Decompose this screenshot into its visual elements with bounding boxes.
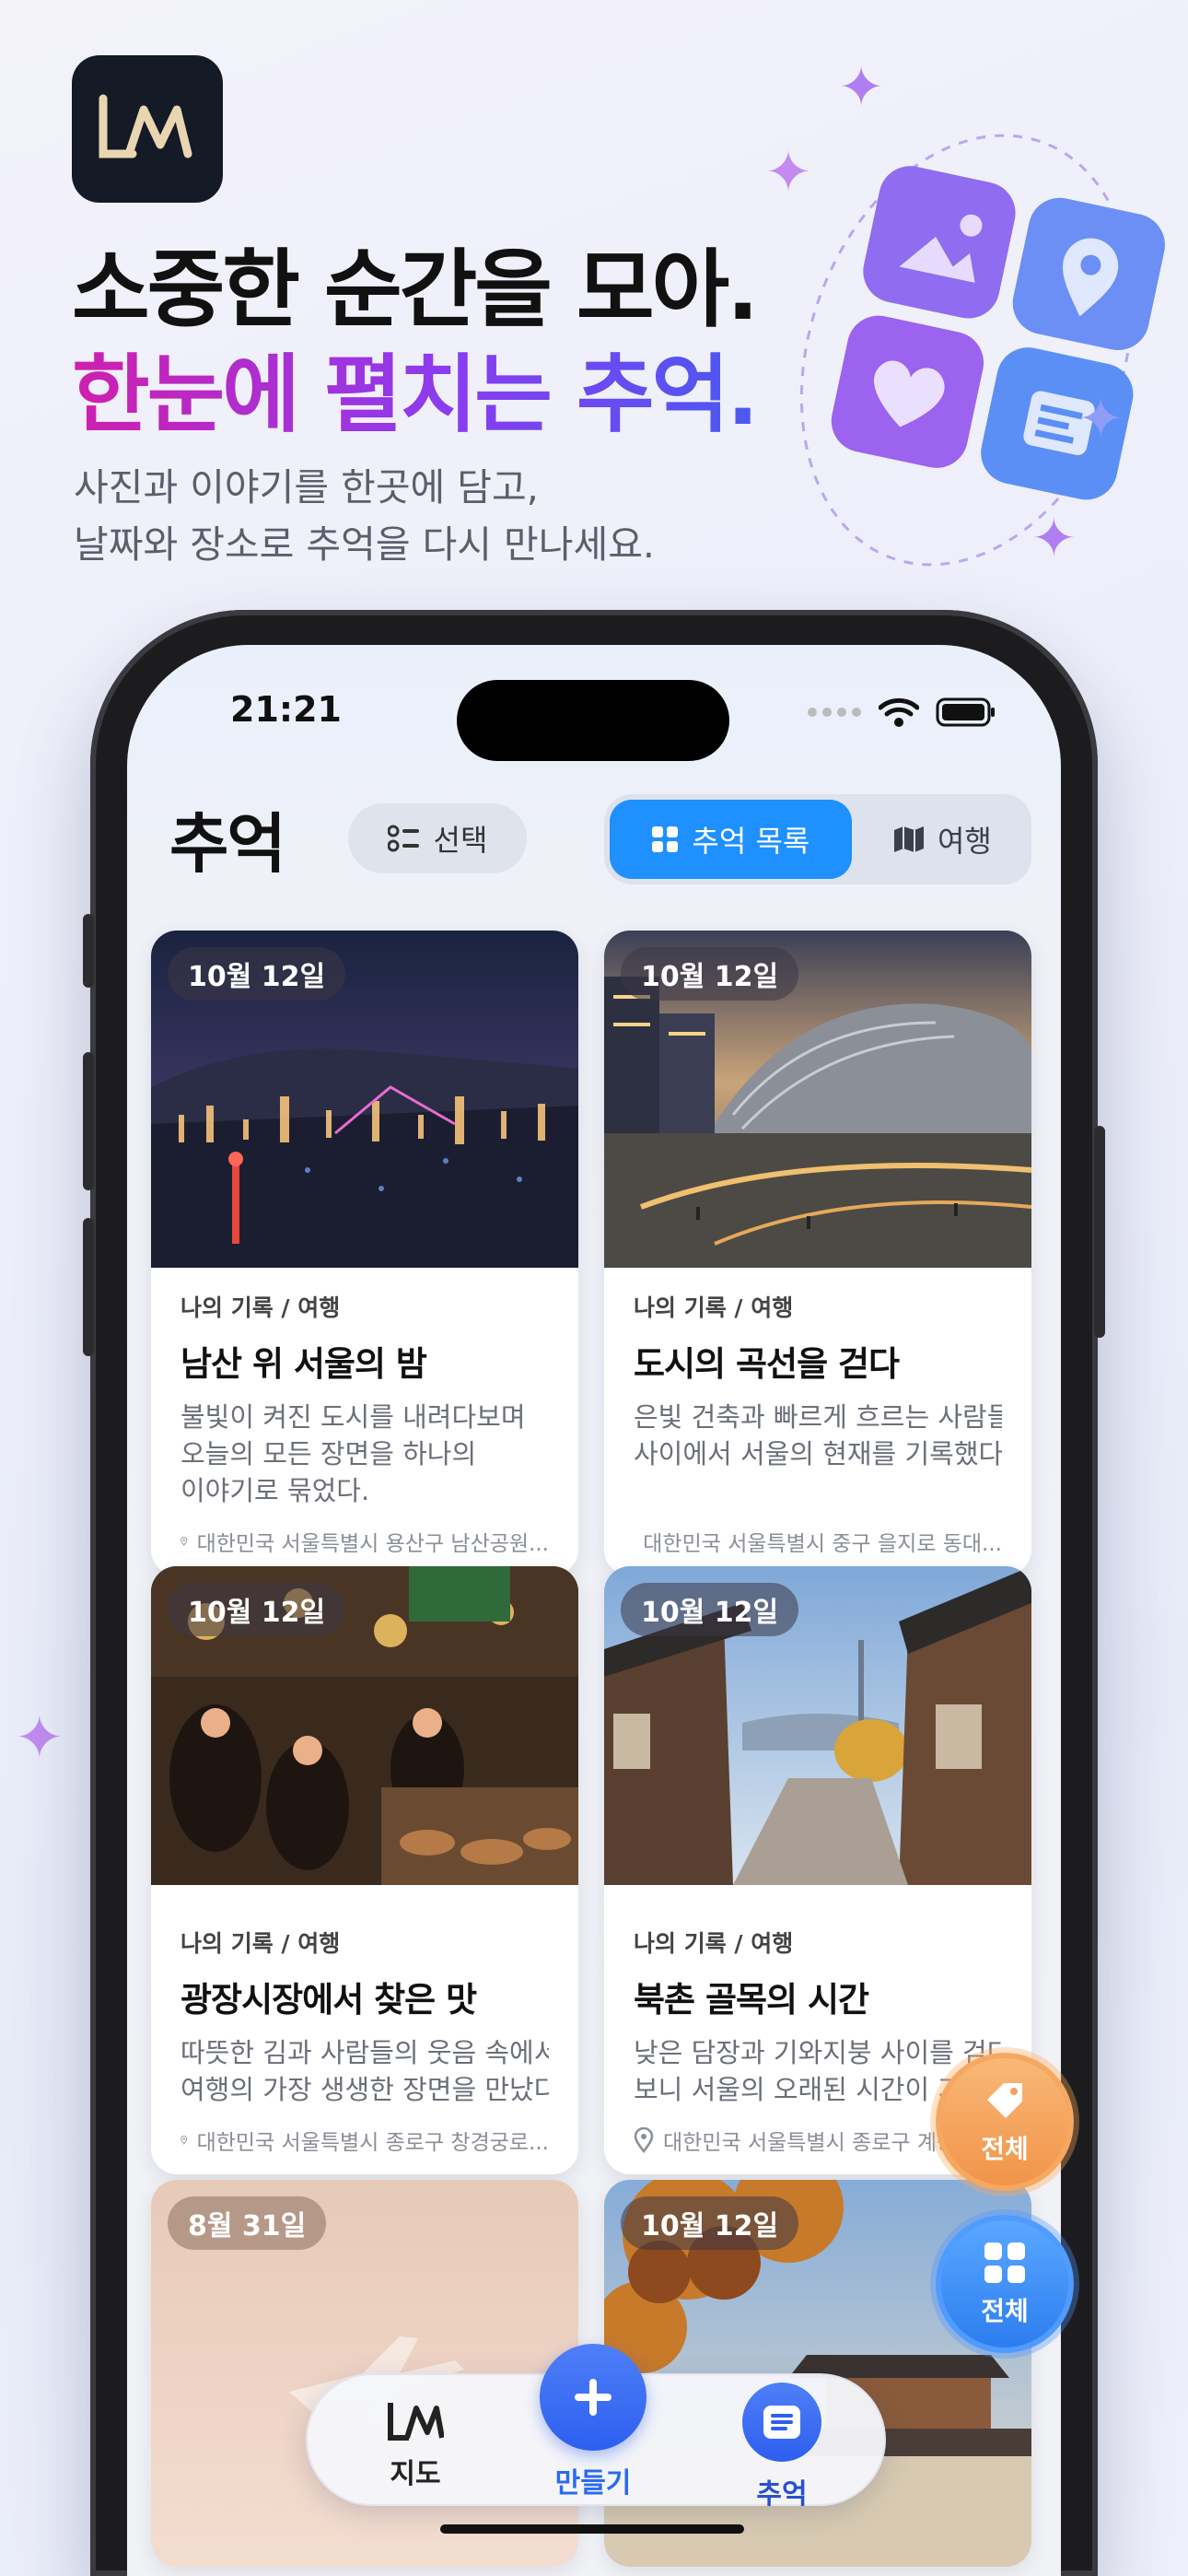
category-filter-label: 전체 (981, 2296, 1029, 2326)
phone-side-button (83, 1052, 94, 1190)
home-indicator (440, 2524, 744, 2534)
memory-description-line: 은빛 건축과 빠르게 흐르는 사람들 (634, 1401, 1002, 1433)
date-badge: 10월 12일 (621, 1583, 799, 1636)
signal-icon (808, 708, 861, 717)
dynamic-island (457, 680, 729, 761)
tab-memory-list-label: 추억 목록 (692, 824, 810, 859)
memory-location: 대한민국 서울특별시 용산구 남산공원... (181, 1526, 549, 1557)
memory-photo: 10월 12일 (604, 931, 1031, 1268)
status-icons (807, 697, 996, 728)
tab-trip[interactable]: 여행 (859, 800, 1026, 879)
sparkle-icon: ✦ (838, 55, 885, 120)
memory-description: 따뜻한 김과 사람들의 웃음 속에서 여행의 가장 생생한 장면을 만났다. (181, 2034, 549, 2108)
memory-card[interactable]: 10월 12일 나의 기록 / 여행 남산 위 서울의 밤 불빛이 켜진 도시를… (151, 931, 578, 1575)
phone-side-button (83, 914, 94, 988)
memory-photo: 10월 12일 (604, 1566, 1031, 1903)
view-segmented-control: 추억 목록 여행 (604, 794, 1031, 884)
map-icon (893, 826, 924, 852)
memory-description-line: 이야기로 묶었다. (181, 1475, 370, 1506)
sparkle-icon: ✦ (1031, 507, 1077, 569)
memory-description-line: 불빛이 켜진 도시를 내려다보며 (181, 1401, 526, 1433)
plus-icon (540, 2344, 646, 2451)
select-button-label: 선택 (433, 823, 488, 858)
grid-icon (984, 2242, 1025, 2283)
memory-photo: 10월 12일 (151, 931, 578, 1268)
memory-description-line: 사이에서 서울의 현재를 기록했다. (634, 1438, 1002, 1469)
hero-illustration: ✦ ✦ ✦ ✦ (755, 55, 1179, 571)
memory-photo: 10월 12일 (151, 1566, 578, 1903)
sparkle-icon: ✦ (1077, 387, 1124, 451)
phone-screen: 21:21 추억 선택 추억 목록 여행 10월 12일 나의 기록 / 여행 … (127, 645, 1061, 2576)
tab-memory[interactable]: 추억 (742, 2383, 821, 2512)
tag-icon (987, 2083, 1022, 2118)
category-filter-button[interactable]: 전체 (936, 2215, 1074, 2353)
sparkle-icon: ✦ (15, 1704, 64, 1773)
memory-title: 도시의 곡선을 걷다 (634, 1344, 900, 1384)
tab-trip-label: 여행 (937, 824, 992, 859)
sparkle-icon: ✦ (764, 138, 812, 205)
status-time: 21:21 (230, 689, 342, 730)
hero-subtitle: 사진과 이야기를 한곳에 담고, 날짜와 장소로 추억을 다시 만나세요. (74, 459, 810, 573)
date-badge: 10월 12일 (168, 1583, 346, 1636)
memory-description-line: 낮은 담장과 기와지붕 사이를 걷다 (634, 2037, 1002, 2068)
memory-location: 대한민국 서울특별시 종로구 창경궁로... (181, 2125, 549, 2156)
memory-location-text: 대한민국 서울특별시 종로구 계동... (663, 2131, 977, 2155)
grid-icon (652, 826, 679, 852)
hero-subtitle-line2: 날짜와 장소로 추억을 다시 만나세요. (74, 522, 655, 567)
date-badge: 8월 31일 (168, 2196, 327, 2250)
memory-location: 대한민국 서울특별시 중구 을지로 동대... (634, 1526, 1002, 1557)
tab-map-label: 지도 (390, 2458, 441, 2490)
battery-icon (936, 697, 995, 727)
memory-description-line: 여행의 가장 생생한 장면을 만났다. (181, 2074, 549, 2105)
memory-location-text: 대한민국 서울특별시 중구 을지로 동대... (643, 1532, 1002, 1556)
memory-location-text: 대한민국 서울특별시 종로구 창경궁로... (196, 2131, 549, 2155)
location-pin-icon (634, 2127, 654, 2153)
location-pin-icon (181, 2136, 188, 2145)
memory-category: 나의 기록 / 여행 (181, 1930, 341, 1957)
memory-description-line: 따뜻한 김과 사람들의 웃음 속에서 (181, 2037, 549, 2068)
memory-description-line: 오늘의 모든 장면을 하나의 (181, 1438, 477, 1469)
logo-mark-icon (99, 94, 192, 158)
tab-create[interactable]: 만들기 (540, 2344, 646, 2500)
location-pin-icon (181, 1537, 188, 1546)
date-badge: 10월 12일 (621, 947, 799, 1001)
memory-location-text: 대한민국 서울특별시 용산구 남산공원... (196, 1532, 549, 1556)
memory-card[interactable]: 10월 12일 나의 기록 / 여행 광장시장에서 찾은 맛 따뜻한 김과 사람… (151, 1566, 578, 2174)
memory-category: 나의 기록 / 여행 (634, 1930, 794, 1957)
tab-memory-list[interactable]: 추억 목록 (610, 800, 852, 879)
memory-title: 광장시장에서 찾은 맛 (181, 1980, 477, 2020)
page-title: 추억 (169, 806, 286, 882)
select-button[interactable]: 선택 (348, 803, 527, 873)
hero-subtitle-line1: 사진과 이야기를 한곳에 담고, (74, 465, 539, 509)
wifi-icon (879, 697, 919, 727)
phone-side-button (83, 1218, 94, 1356)
app-logo (72, 55, 223, 203)
memory-card-body: 나의 기록 / 여행 남산 위 서울의 밤 불빛이 켜진 도시를 내려다보며 오… (151, 1268, 578, 1575)
tag-filter-button[interactable]: 전체 (936, 2053, 1074, 2191)
tag-filter-label: 전체 (981, 2134, 1029, 2164)
bottom-tab-bar: 지도 만들기 추억 (306, 2344, 886, 2511)
memory-category: 나의 기록 / 여행 (634, 1294, 794, 1321)
memory-card[interactable]: 10월 12일 나의 기록 / 여행 도시의 곡선을 걷다 은빛 건축과 빠르게… (604, 931, 1031, 1575)
memory-card-body: 나의 기록 / 여행 도시의 곡선을 걷다 은빛 건축과 빠르게 흐르는 사람들… (604, 1268, 1031, 1575)
tab-map[interactable]: 지도 (387, 2399, 444, 2491)
memory-title: 남산 위 서울의 밤 (181, 1344, 427, 1384)
checklist-icon (387, 825, 419, 852)
tab-create-label: 만들기 (554, 2467, 632, 2500)
memory-description: 불빛이 켜진 도시를 내려다보며 오늘의 모든 장면을 하나의 이야기로 묶었다… (181, 1399, 549, 1509)
memory-description: 은빛 건축과 빠르게 흐르는 사람들 사이에서 서울의 현재를 기록했다. (634, 1399, 1002, 1472)
memory-title: 북촌 골목의 시간 (634, 1980, 869, 2020)
map-logo-icon (388, 2403, 444, 2441)
memory-category: 나의 기록 / 여행 (181, 1294, 341, 1321)
tab-memory-label: 추억 (756, 2478, 808, 2511)
date-badge: 10월 12일 (168, 947, 346, 1001)
list-icon (742, 2383, 821, 2462)
memory-card-body: 나의 기록 / 여행 광장시장에서 찾은 맛 따뜻한 김과 사람들의 웃음 속에… (151, 1903, 578, 2174)
phone-side-button (1094, 1126, 1105, 1338)
date-badge: 10월 12일 (621, 2196, 799, 2250)
